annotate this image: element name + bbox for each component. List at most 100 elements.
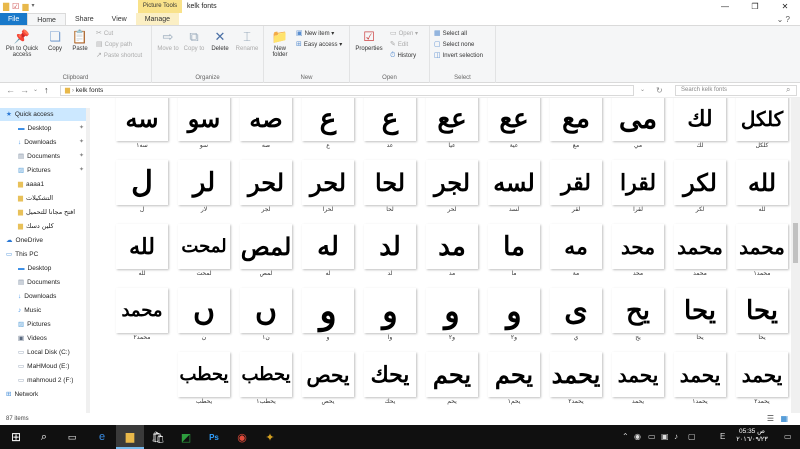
nav-item[interactable]: ▭ MaHMoud (E:) [0, 360, 90, 373]
nav-scrollbar[interactable] [86, 108, 90, 413]
calligraphy-image: لجر [426, 160, 478, 205]
close-icon[interactable]: ✕ [770, 0, 800, 13]
search-icon[interactable]: ⌕ [30, 425, 58, 449]
nav-item[interactable]: ▨ Pictures [0, 318, 90, 331]
nav-item[interactable]: ▭ mahmoud 2 (F:) [0, 374, 90, 387]
qat-dropdown-icon[interactable]: ▾ [31, 2, 34, 11]
nav-item[interactable]: ▭ This PC [0, 248, 90, 261]
open-button[interactable]: ▭ Open ▾ [390, 30, 418, 38]
maximize-icon[interactable]: ❐ [740, 0, 770, 13]
large-icons-view-icon[interactable]: ▦ [780, 413, 788, 425]
tab-file[interactable]: File [0, 13, 28, 25]
nav-item[interactable]: ▆ كلين دسك [0, 220, 90, 233]
nav-item[interactable]: ▣ Videos [0, 332, 90, 345]
easy-access-button[interactable]: ⊞ Easy access ▾ [296, 41, 342, 49]
task-view-icon[interactable]: ▭ [58, 425, 86, 449]
notification-icon[interactable]: ▢ [688, 425, 696, 449]
picture-tools-context: Picture Tools [138, 0, 182, 13]
select-all-button[interactable]: ▦ Select all [434, 30, 467, 38]
rename-button[interactable]: ⌶ Rename [234, 30, 260, 53]
disk-icon: ▭ [18, 363, 25, 370]
invert-selection-button[interactable]: ◫ Invert selection [434, 52, 483, 60]
forward-icon[interactable]: → [20, 85, 29, 96]
nav-item[interactable]: ♪ Music [0, 304, 90, 317]
paste-shortcut-button[interactable]: ↗ Paste shortcut [96, 52, 142, 60]
select-none-button[interactable]: ▢ Select none [434, 41, 474, 49]
pin-to-quick-access-button[interactable]: 📌 Pin to Quick access [2, 30, 42, 59]
volume-icon[interactable]: ♪ [674, 425, 678, 449]
minimize-icon[interactable]: — [710, 0, 740, 13]
camtasia-icon[interactable]: ◩ [172, 425, 200, 449]
clock[interactable]: 05:35 ص ٢٠١٦/٠٩/٢٣ [731, 428, 773, 444]
camera-icon[interactable]: ◉ [634, 425, 641, 449]
address-dropdown-icon[interactable]: ⌄ [640, 85, 645, 96]
nav-item[interactable]: ▤ Documents [0, 276, 90, 289]
nav-item[interactable]: ↓ Downloads ✦ [0, 136, 90, 149]
content-scrollbar[interactable] [791, 98, 800, 413]
tab-view[interactable]: View [103, 13, 136, 25]
scrollbar-thumb[interactable] [793, 223, 798, 263]
file-name: عيا [448, 143, 456, 149]
nav-item[interactable]: ↓ Downloads [0, 290, 90, 303]
nav-item[interactable]: ▆ التشكيلات [0, 192, 90, 205]
ribbon-collapse-icon[interactable]: ⌄ ? [777, 13, 790, 26]
address-bar[interactable]: ▆ › kelk fonts [60, 85, 634, 96]
new-folder-button[interactable]: 📁 New folder [267, 30, 293, 59]
nav-item[interactable]: ▬ Desktop ✦ [0, 122, 90, 135]
search-input[interactable]: Search kelk fonts [675, 85, 797, 96]
up-icon[interactable]: ↑ [44, 85, 49, 96]
nav-item[interactable]: ▆ aaaa1 [0, 178, 90, 191]
new-folder-icon[interactable]: ▆ [22, 2, 28, 11]
refresh-icon[interactable]: ↻ [656, 85, 663, 96]
edit-button[interactable]: ✎ Edit [390, 41, 408, 49]
select-group: ▦ Select all ▢ Select none ◫ Invert selecti… [430, 26, 496, 83]
item-count: 87 items [6, 416, 29, 422]
nav-item[interactable]: ▆ افتح مجانا للتحميل [0, 206, 90, 219]
copy-to-button[interactable]: ⧉ Copy to [182, 30, 206, 53]
breadcrumb[interactable]: kelk fonts [76, 87, 103, 94]
move-to-button[interactable]: ⇨ Move to [156, 30, 180, 53]
music-icon: ♪ [18, 307, 22, 314]
app-icon[interactable]: ✦ [256, 425, 284, 449]
action-center-icon[interactable]: ▭ [784, 425, 792, 449]
cut-button[interactable]: ✂ Cut [96, 30, 113, 38]
new-item-button[interactable]: ▣ New item ▾ [296, 30, 334, 38]
tab-home[interactable]: Home [27, 13, 66, 25]
tab-manage[interactable]: Manage [135, 13, 179, 25]
nav-item[interactable]: ⊞ Network [0, 388, 90, 401]
photoshop-icon[interactable]: Ps [200, 425, 228, 449]
start-icon[interactable]: ⊞ [2, 425, 30, 449]
chrome-icon[interactable]: ◉ [228, 425, 256, 449]
copy-button[interactable]: ❏ Copy [44, 30, 66, 53]
taskbar: ⊞ ⌕ ▭ e ▆ 🛍 ◩ Ps ◉ ✦ ⌃ ◉ ▭ ▣ ♪ ▢ E 05:35… [0, 425, 800, 449]
paste-button[interactable]: 📋 Paste [68, 30, 92, 53]
nav-item[interactable]: ★ Quick access [0, 108, 90, 121]
edge-icon[interactable]: e [88, 425, 116, 449]
properties-button[interactable]: ☑ Properties [352, 30, 386, 53]
battery-icon[interactable]: ▭ [648, 425, 656, 449]
copy-path-button[interactable]: ▤ Copy path [96, 41, 132, 49]
calligraphy-image: لحر [240, 160, 292, 205]
file-name: وا [387, 335, 393, 341]
tray-overflow-icon[interactable]: ⌃ [622, 425, 629, 449]
network-icon[interactable]: ▣ [661, 425, 669, 449]
language-indicator[interactable]: E [720, 425, 725, 449]
details-view-icon[interactable]: ☰ [767, 413, 774, 425]
store-icon[interactable]: 🛍 [144, 425, 172, 449]
nav-item[interactable]: ▬ Desktop [0, 262, 90, 275]
recent-dropdown-icon[interactable]: ⌄ [33, 85, 38, 96]
nav-item[interactable]: ▨ Pictures ✦ [0, 164, 90, 177]
nav-item[interactable]: ▭ Local Disk (C:) [0, 346, 90, 359]
delete-button[interactable]: ✕ Delete [208, 30, 232, 53]
properties-icon[interactable]: ☑ [12, 2, 19, 11]
nav-item[interactable]: ▤ Documents ✦ [0, 150, 90, 163]
back-icon[interactable]: ← [6, 85, 15, 96]
edit-icon: ✎ [390, 41, 396, 48]
nav-item[interactable]: ☁ OneDrive [0, 234, 90, 247]
file-explorer-icon[interactable]: ▆ [116, 425, 144, 449]
history-button[interactable]: ⏱ History [390, 52, 416, 60]
file-name: يحمد٢ [754, 399, 770, 405]
tab-share[interactable]: Share [66, 13, 103, 25]
calligraphy-image: سه [116, 98, 168, 141]
calligraphy-image: يحم [426, 352, 478, 397]
